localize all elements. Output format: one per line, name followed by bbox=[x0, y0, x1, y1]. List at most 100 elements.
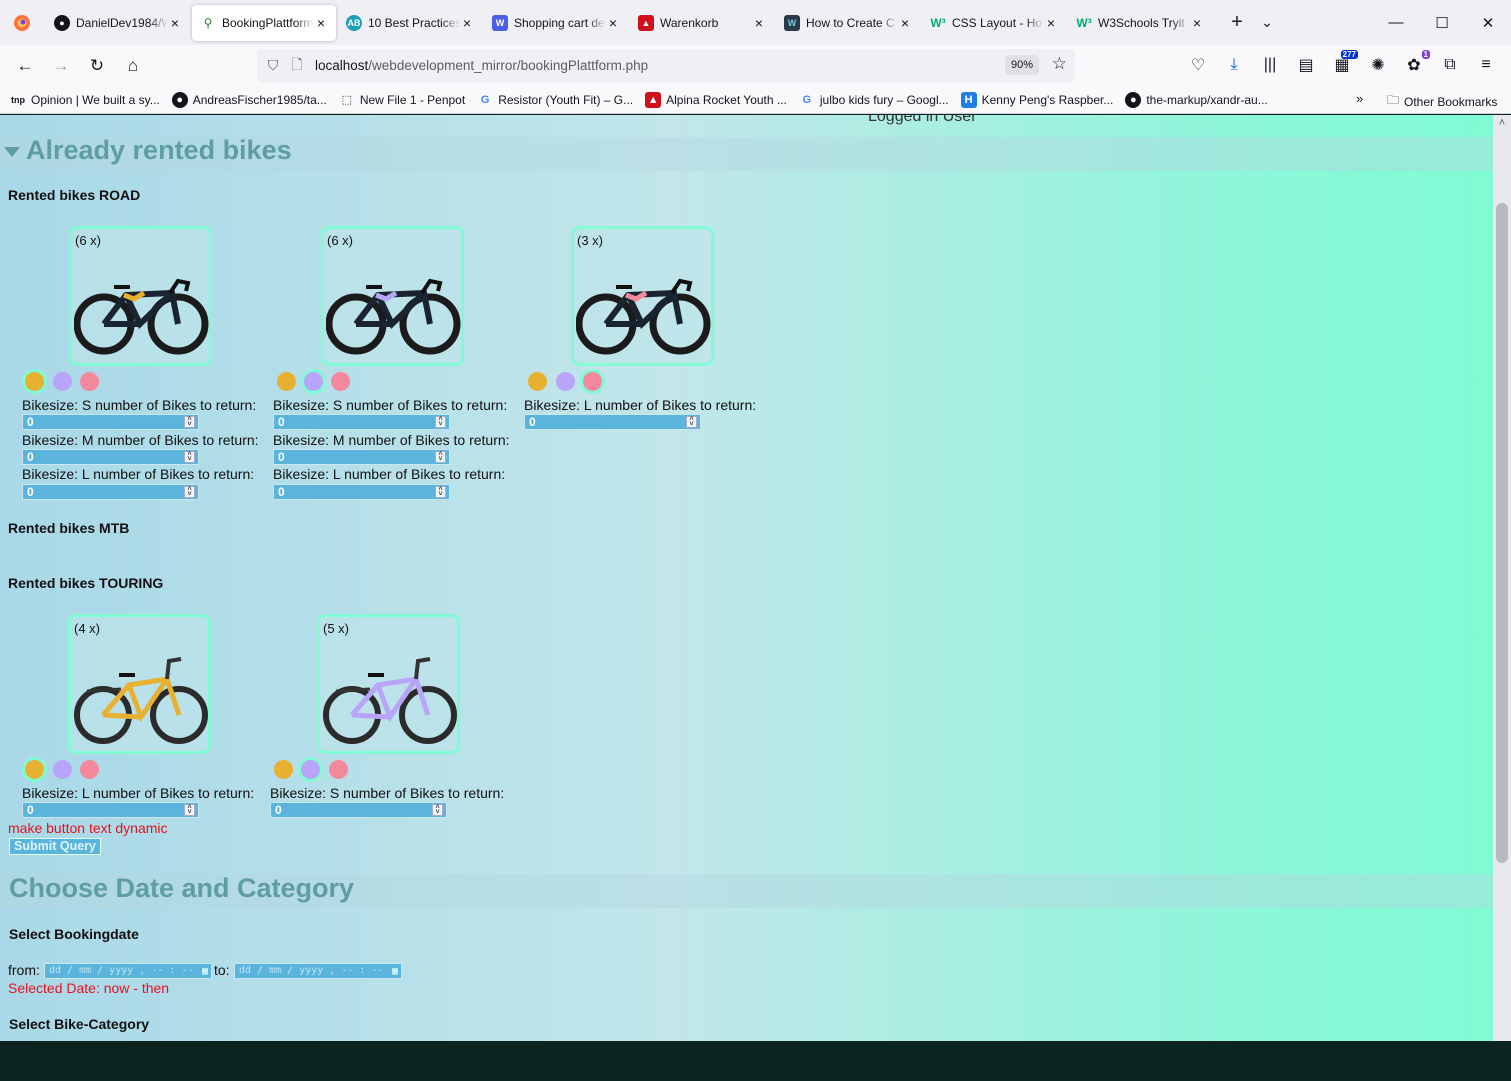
color-dot-lilac[interactable] bbox=[53, 372, 72, 391]
close-tab-icon[interactable]: × bbox=[460, 15, 474, 31]
bookmark-item[interactable]: H Kenny Peng's Raspber... bbox=[960, 91, 1113, 108]
bookmark-item[interactable]: tnp Opinion | We built a sy... bbox=[10, 92, 160, 108]
more-bookmarks-icon[interactable]: » bbox=[1356, 91, 1363, 106]
tab-how-to-create[interactable]: W How to Create C × bbox=[776, 5, 920, 41]
spinner-icon[interactable]: ˄ ˅ bbox=[435, 416, 446, 428]
tab-github-danieldev[interactable]: ● DanielDev1984/W × bbox=[46, 5, 190, 41]
spinner-icon[interactable]: ˄ ˅ bbox=[184, 451, 195, 463]
close-tab-icon[interactable]: × bbox=[606, 15, 620, 31]
calendar-icon[interactable]: ▦ bbox=[202, 965, 208, 979]
rented-section-title[interactable]: Already rented bikes bbox=[26, 135, 292, 166]
collapse-triangle-icon[interactable] bbox=[4, 147, 20, 157]
other-bookmarks[interactable]: 🗀 Other Bookmarks bbox=[1387, 91, 1497, 112]
bike-card-road-3[interactable]: (3 x) bbox=[571, 226, 714, 366]
minimize-icon[interactable]: — bbox=[1373, 0, 1419, 45]
bookmark-item[interactable]: G Resistor (Youth Fit) – G... bbox=[477, 92, 633, 108]
url-text[interactable]: localhost/webdevelopment_mirror/bookingP… bbox=[315, 58, 648, 73]
bike-card-touring-2[interactable]: (5 x) bbox=[317, 614, 460, 754]
color-dot-pink[interactable] bbox=[80, 372, 99, 391]
firefox-menu-icon[interactable] bbox=[0, 0, 44, 45]
return-quantity-input[interactable]: 0 ˄ ˅ bbox=[273, 449, 450, 465]
color-dot-orange[interactable] bbox=[274, 760, 293, 779]
library-icon[interactable]: ||| bbox=[1252, 49, 1288, 81]
close-tab-icon[interactable]: × bbox=[1190, 15, 1204, 31]
close-tab-icon[interactable]: × bbox=[752, 15, 766, 31]
back-arrow-icon[interactable]: ← bbox=[7, 50, 43, 82]
color-dot-lilac[interactable] bbox=[556, 372, 575, 391]
list-all-tabs-icon[interactable]: ⌄ bbox=[1252, 14, 1282, 31]
bike-card-touring-1[interactable]: (4 x) bbox=[68, 614, 211, 754]
return-quantity-input[interactable]: 0 ˄ ˅ bbox=[22, 484, 199, 500]
extension-counter-icon[interactable]: ▦ 277 bbox=[1324, 49, 1360, 81]
tab-css-layout[interactable]: W³ CSS Layout - Ho × bbox=[922, 5, 1066, 41]
new-tab-icon[interactable]: + bbox=[1222, 11, 1252, 34]
color-dot-lilac[interactable] bbox=[304, 372, 323, 391]
date-to-input[interactable]: dd / mm / yyyy , -- : -- ▦ bbox=[234, 963, 402, 979]
close-window-icon[interactable]: ✕ bbox=[1465, 0, 1511, 45]
spinner-icon[interactable]: ˄ ˅ bbox=[435, 451, 446, 463]
calendar-icon[interactable]: ▦ bbox=[392, 965, 398, 979]
return-quantity-input[interactable]: 0 ˄ ˅ bbox=[273, 414, 450, 430]
pocket-icon[interactable]: ♡ bbox=[1180, 49, 1216, 81]
reload-icon[interactable]: ↻ bbox=[79, 50, 115, 82]
bookmark-item[interactable]: ⬚ New File 1 - Penpot bbox=[339, 92, 466, 108]
bookmark-star-icon[interactable]: ☆ bbox=[1052, 54, 1067, 74]
tab-w3schools-tryit[interactable]: W³ W3Schools Tryit × bbox=[1068, 5, 1212, 41]
spinner-icon[interactable]: ˄ ˅ bbox=[435, 486, 446, 498]
spinner-icon[interactable]: ˄ ˅ bbox=[184, 804, 195, 816]
color-dot-orange[interactable] bbox=[25, 760, 44, 779]
home-icon[interactable]: ⌂ bbox=[115, 50, 151, 82]
download-icon[interactable]: ⤓ bbox=[1216, 49, 1252, 81]
date-from-input[interactable]: dd / mm / yyyy , -- : -- ▦ bbox=[44, 963, 212, 979]
return-quantity-input[interactable]: 0 ˄ ˅ bbox=[22, 414, 199, 430]
tab-warenkorb[interactable]: ▲ Warenkorb × bbox=[630, 5, 774, 41]
submit-query-button[interactable]: Submit Query bbox=[9, 838, 101, 855]
color-dot-orange[interactable] bbox=[528, 372, 547, 391]
bookmark-item[interactable]: ● AndreasFischer1985/ta... bbox=[171, 91, 327, 108]
return-quantity-input[interactable]: 0 ˄ ˅ bbox=[22, 449, 199, 465]
spinner-icon[interactable]: ˄ ˅ bbox=[432, 804, 443, 816]
extension-rocket-icon[interactable]: ✺ bbox=[1360, 49, 1396, 81]
spinner-icon[interactable]: ˄ ˅ bbox=[184, 416, 195, 428]
color-dot-pink[interactable] bbox=[331, 372, 350, 391]
bike-card-road-1[interactable]: (6 x) bbox=[69, 226, 212, 366]
bookmark-item[interactable]: ● the-markup/xandr-au... bbox=[1125, 91, 1268, 108]
bike-card-road-2[interactable]: (6 x) bbox=[321, 226, 464, 366]
forward-arrow-icon[interactable]: → bbox=[43, 50, 79, 82]
extensions-puzzle-icon[interactable]: ⧉ bbox=[1432, 49, 1468, 81]
return-quantity-input[interactable]: 0 ˄ ˅ bbox=[270, 802, 447, 818]
color-dot-lilac[interactable] bbox=[301, 760, 320, 779]
size-label-s: Bikesize: S number of Bikes to return: bbox=[270, 785, 505, 801]
spinner-icon[interactable]: ˄ ˅ bbox=[686, 416, 697, 428]
extension-bug-icon[interactable]: ✿ 1 bbox=[1396, 49, 1432, 81]
close-tab-icon[interactable]: × bbox=[314, 15, 328, 31]
color-dot-pink[interactable] bbox=[80, 760, 99, 779]
app-menu-icon[interactable]: ≡ bbox=[1468, 49, 1504, 81]
close-tab-icon[interactable]: × bbox=[168, 15, 182, 31]
bookmark-item[interactable]: Gjulbo kids fury – Googl... bbox=[799, 92, 949, 108]
color-dot-pink[interactable] bbox=[329, 760, 348, 779]
tab-shopping-cart[interactable]: W Shopping cart de × bbox=[484, 5, 628, 41]
return-quantity-input[interactable]: 0 ˄ ˅ bbox=[22, 802, 199, 818]
scroll-up-arrow-icon[interactable]: ˄ bbox=[1493, 117, 1511, 129]
spinner-icon[interactable]: ˄ ˅ bbox=[184, 486, 195, 498]
tab-bookingplattform[interactable]: ⚲ BookingPlattform × bbox=[192, 4, 336, 41]
maximize-icon[interactable]: ☐ bbox=[1419, 0, 1465, 45]
shield-icon[interactable]: ⛉ bbox=[261, 57, 285, 74]
color-dot-orange[interactable] bbox=[277, 372, 296, 391]
return-quantity-input[interactable]: 0 ˄ ˅ bbox=[273, 484, 450, 500]
url-bar[interactable]: ⛉ 🗋 localhost/webdevelopment_mirror/book… bbox=[257, 49, 1075, 82]
close-tab-icon[interactable]: × bbox=[898, 15, 912, 31]
tab-best-practices[interactable]: AB 10 Best Practices × bbox=[338, 5, 482, 41]
page-scrollbar[interactable]: ˄ bbox=[1493, 115, 1511, 1041]
color-dot-pink[interactable] bbox=[583, 372, 602, 391]
color-dot-orange[interactable] bbox=[25, 372, 44, 391]
scrollbar-thumb[interactable] bbox=[1496, 203, 1508, 863]
sidebar-icon[interactable]: ▤ bbox=[1288, 49, 1324, 81]
page-info-icon[interactable]: 🗋 bbox=[285, 54, 309, 78]
bookmark-item[interactable]: ▲ Alpina Rocket Youth ... bbox=[645, 91, 787, 108]
color-dot-lilac[interactable] bbox=[53, 760, 72, 779]
return-quantity-input[interactable]: 0 ˄ ˅ bbox=[524, 414, 701, 430]
close-tab-icon[interactable]: × bbox=[1044, 15, 1058, 31]
zoom-level[interactable]: 90% bbox=[1004, 55, 1039, 75]
